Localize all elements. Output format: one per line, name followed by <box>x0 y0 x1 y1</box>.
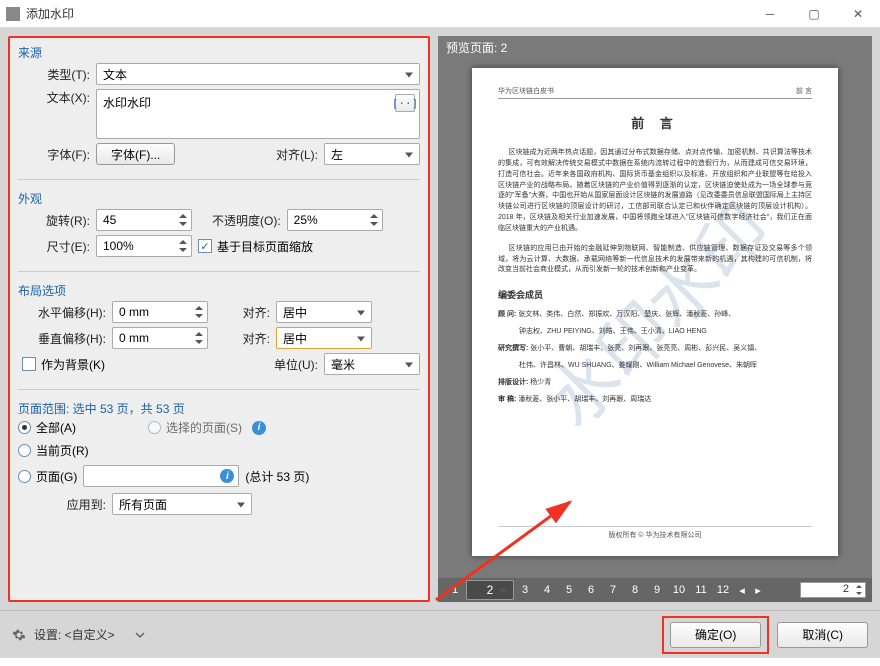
align-select[interactable]: 左 <box>324 143 420 165</box>
page-thumb[interactable]: 10 <box>668 580 690 600</box>
layout-align2-label: 对齐: <box>214 330 270 347</box>
page-thumb[interactable]: 8 <box>624 580 646 600</box>
close-button[interactable]: ✕ <box>836 0 880 28</box>
page-strip: 1 2 3 4 5 6 7 8 9 10 11 12 ◂ ▸ 2 <box>438 578 872 602</box>
page-thumb[interactable]: 6 <box>580 580 602 600</box>
text-options-button[interactable]: [··] <box>395 94 415 112</box>
apply-label: 应用到: <box>18 496 106 513</box>
align-label: 对齐(L): <box>262 146 318 163</box>
prev-page-icon[interactable]: ◂ <box>734 584 750 597</box>
info-icon[interactable]: i <box>252 421 266 435</box>
page-thumb[interactable]: 1 <box>444 580 466 600</box>
range-current-radio[interactable]: 当前页(R) <box>18 442 89 459</box>
page-jump-input[interactable]: 2 <box>800 582 866 598</box>
page-thumb[interactable]: 7 <box>602 580 624 600</box>
watermark-text-input[interactable]: 水印水印 [··] <box>96 89 420 139</box>
layout-align1-select[interactable]: 居中 <box>276 301 372 323</box>
fit-checkbox[interactable]: ✓ 基于目标页面缩放 <box>198 238 313 255</box>
minimize-button[interactable]: ─ <box>748 0 792 28</box>
unit-select[interactable]: 毫米 <box>324 353 420 375</box>
opacity-label: 不透明度(O): <box>212 212 281 229</box>
next-page-icon[interactable]: ▸ <box>750 584 766 597</box>
type-select[interactable]: 文本 <box>96 63 420 85</box>
gear-icon <box>12 628 26 642</box>
opacity-input[interactable]: 25% <box>287 209 383 231</box>
font-label: 字体(F): <box>18 146 90 163</box>
pages-input[interactable]: i <box>83 465 239 487</box>
cancel-button[interactable]: 取消(C) <box>777 622 868 648</box>
total-pages-hint: (总计 53 页) <box>245 468 309 485</box>
maximize-button[interactable]: ▢ <box>792 0 836 28</box>
range-selected-radio: 选择的页面(S) <box>148 419 242 436</box>
app-icon <box>6 7 20 21</box>
form-panel: 来源 类型(T): 文本 文本(X): 水印水印 [··] 字体(F): 字体(… <box>8 36 430 602</box>
type-label: 类型(T): <box>18 66 90 83</box>
page-thumb[interactable]: 11 <box>690 580 712 600</box>
unit-label: 单位(U): <box>262 356 318 373</box>
range-all-radio[interactable]: 全部(A) <box>18 419 76 436</box>
info-icon[interactable]: i <box>220 469 234 483</box>
pagerange-title: 页面范围: 选中 53 页，共 53 页 <box>18 400 420 417</box>
layout-title: 布局选项 <box>18 282 420 299</box>
page-thumb[interactable]: 5 <box>558 580 580 600</box>
layout-align1-label: 对齐: <box>214 304 270 321</box>
scale-label: 尺寸(E): <box>18 238 90 255</box>
appearance-title: 外观 <box>18 190 420 207</box>
voff-label: 垂直偏移(H): <box>18 330 106 347</box>
rotate-label: 旋转(R): <box>18 212 90 229</box>
page-thumb[interactable]: 4 <box>536 580 558 600</box>
hoff-input[interactable]: 0 mm <box>112 301 208 323</box>
source-title: 来源 <box>18 44 420 61</box>
apply-select[interactable]: 所有页面 <box>112 493 252 515</box>
preview-panel: 预览页面: 2 华为区块链白皮书前 言 前 言 区块链成为近两年热点话题，因其通… <box>438 36 872 602</box>
window-title: 添加水印 <box>26 5 748 22</box>
layout-align2-select[interactable]: 居中 <box>276 327 372 349</box>
doc-heading: 前 言 <box>498 113 812 132</box>
page-thumb[interactable]: 3 <box>514 580 536 600</box>
asbg-checkbox[interactable]: 作为背景(K) <box>22 356 105 373</box>
rotate-input[interactable]: 45 <box>96 209 192 231</box>
range-pages-radio[interactable]: 页面(G) <box>18 468 77 485</box>
preview-document: 华为区块链白皮书前 言 前 言 区块链成为近两年热点话题，因其通过分布式数据存储… <box>472 68 838 556</box>
text-label: 文本(X): <box>18 89 90 106</box>
preview-header: 预览页面: 2 <box>438 36 872 58</box>
page-thumb[interactable]: 12 <box>712 580 734 600</box>
page-thumb[interactable]: 2 <box>466 580 514 600</box>
page-thumb[interactable]: 9 <box>646 580 668 600</box>
font-button[interactable]: 字体(F)... <box>96 143 175 165</box>
chevron-down-icon[interactable] <box>135 630 145 640</box>
ok-highlight: 确定(O) <box>662 616 769 654</box>
settings-label[interactable]: 设置: <自定义> <box>34 626 115 643</box>
voff-input[interactable]: 0 mm <box>112 327 208 349</box>
ok-button[interactable]: 确定(O) <box>670 622 761 648</box>
scale-input[interactable]: 100% <box>96 235 192 257</box>
hoff-label: 水平偏移(H): <box>18 304 106 321</box>
